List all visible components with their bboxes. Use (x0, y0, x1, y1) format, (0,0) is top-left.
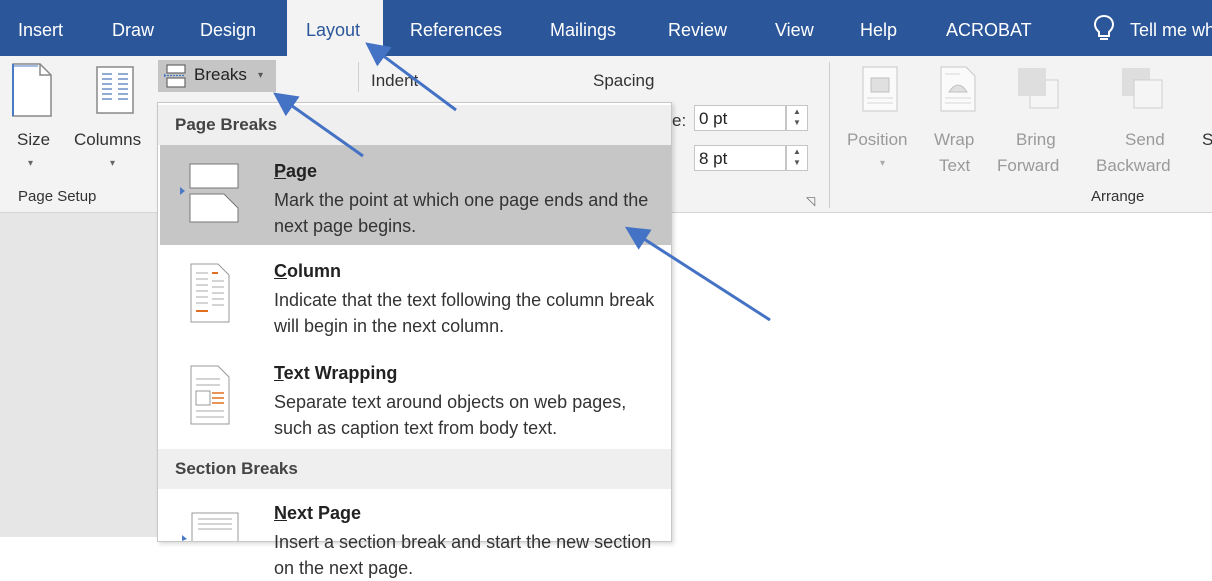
columns-label[interactable]: Columns (74, 130, 141, 150)
column-break-title: Column (274, 261, 341, 281)
page-break-icon (178, 160, 240, 229)
spacing-before-input[interactable]: 0 pt (694, 105, 786, 131)
tell-me-search[interactable]: Tell me wh (1130, 0, 1212, 56)
wrap-text-label[interactable]: Wrap (934, 130, 974, 150)
text-wrapping-break-description: Separate text around objects on web page… (274, 392, 627, 438)
position-icon[interactable] (862, 66, 898, 117)
columns-icon[interactable] (96, 66, 134, 119)
lightbulb-icon[interactable] (1093, 0, 1117, 56)
menu-item-column-break[interactable]: Column Indicate that the text following … (160, 249, 671, 349)
breaks-dropdown-menu: Page Breaks Page Mark the point at which… (157, 102, 672, 578)
spacing-before-label: e: (672, 111, 687, 130)
page-break-description: Mark the point at which one page ends an… (274, 190, 649, 236)
tab-design[interactable]: Design (200, 0, 256, 56)
breaks-label: Breaks (194, 65, 247, 84)
section-breaks-header: Section Breaks (158, 449, 671, 489)
columns-dropdown-icon[interactable]: ▾ (110, 158, 115, 169)
indent-label: Indent (371, 71, 419, 90)
page-size-icon[interactable] (12, 63, 52, 122)
menu-item-text-wrapping-break[interactable]: Text Wrapping Separate text around objec… (160, 351, 671, 451)
tab-draw[interactable]: Draw (112, 0, 154, 56)
breaks-button[interactable]: Breaks ▾ (158, 60, 276, 92)
menu-item-page-break[interactable]: Page Mark the point at which one page en… (160, 145, 671, 245)
tab-insert[interactable]: Insert (18, 0, 63, 56)
send-backward-icon[interactable] (1120, 66, 1164, 115)
tab-mailings[interactable]: Mailings (550, 0, 616, 56)
position-label[interactable]: Position (847, 130, 907, 150)
column-break-icon (190, 263, 230, 328)
text-wrapping-break-title: Text Wrapping (274, 363, 398, 383)
next-page-break-icon (180, 511, 240, 546)
paragraph-dialog-launcher-icon[interactable]: ◹ (806, 194, 815, 208)
breaks-icon (164, 64, 186, 88)
send-backward-label[interactable]: Send (1125, 130, 1165, 150)
tab-acrobat[interactable]: ACROBAT (946, 0, 1032, 56)
breaks-dropdown-icon: ▾ (258, 70, 264, 81)
wrap-text-icon[interactable] (940, 66, 976, 117)
send-backward-label-2[interactable]: Backward (1096, 156, 1171, 176)
wrap-text-label-2[interactable]: Text (939, 156, 970, 176)
arrange-group-label: Arrange (1091, 188, 1145, 205)
spacing-before-stepper[interactable]: ▲ ▼ (786, 105, 808, 131)
text-wrapping-break-icon (190, 365, 230, 430)
page-break-title: Page (274, 161, 318, 181)
selection-pane-label[interactable]: S (1202, 130, 1212, 150)
bring-forward-label[interactable]: Bring (1016, 130, 1056, 150)
page-breaks-header: Page Breaks (158, 105, 671, 145)
tab-layout[interactable]: Layout (287, 0, 383, 56)
next-page-break-title: Next Page (274, 503, 362, 523)
tab-help[interactable]: Help (860, 0, 897, 56)
spacing-label: Spacing (593, 71, 655, 90)
bring-forward-icon[interactable] (1016, 66, 1060, 115)
separator (358, 62, 359, 92)
ribbon-tab-bar: Insert Draw Design Layout References Mai… (0, 0, 1212, 56)
tab-view[interactable]: View (775, 0, 814, 56)
column-break-description: Indicate that the text following the col… (274, 290, 655, 336)
spacing-after-stepper[interactable]: ▲ ▼ (786, 145, 808, 171)
separator (829, 62, 830, 208)
position-dropdown-icon[interactable]: ▾ (880, 158, 885, 169)
page-setup-group-label: Page Setup (18, 188, 97, 205)
spacing-after-input[interactable]: 8 pt (694, 145, 786, 171)
tab-references[interactable]: References (410, 0, 502, 56)
bring-forward-label-2[interactable]: Forward (997, 156, 1059, 176)
size-label[interactable]: Size (17, 130, 50, 150)
menu-item-next-page-break[interactable]: Next Page Insert a section break and sta… (160, 491, 671, 578)
tab-review[interactable]: Review (668, 0, 727, 56)
size-dropdown-icon[interactable]: ▾ (28, 158, 33, 169)
